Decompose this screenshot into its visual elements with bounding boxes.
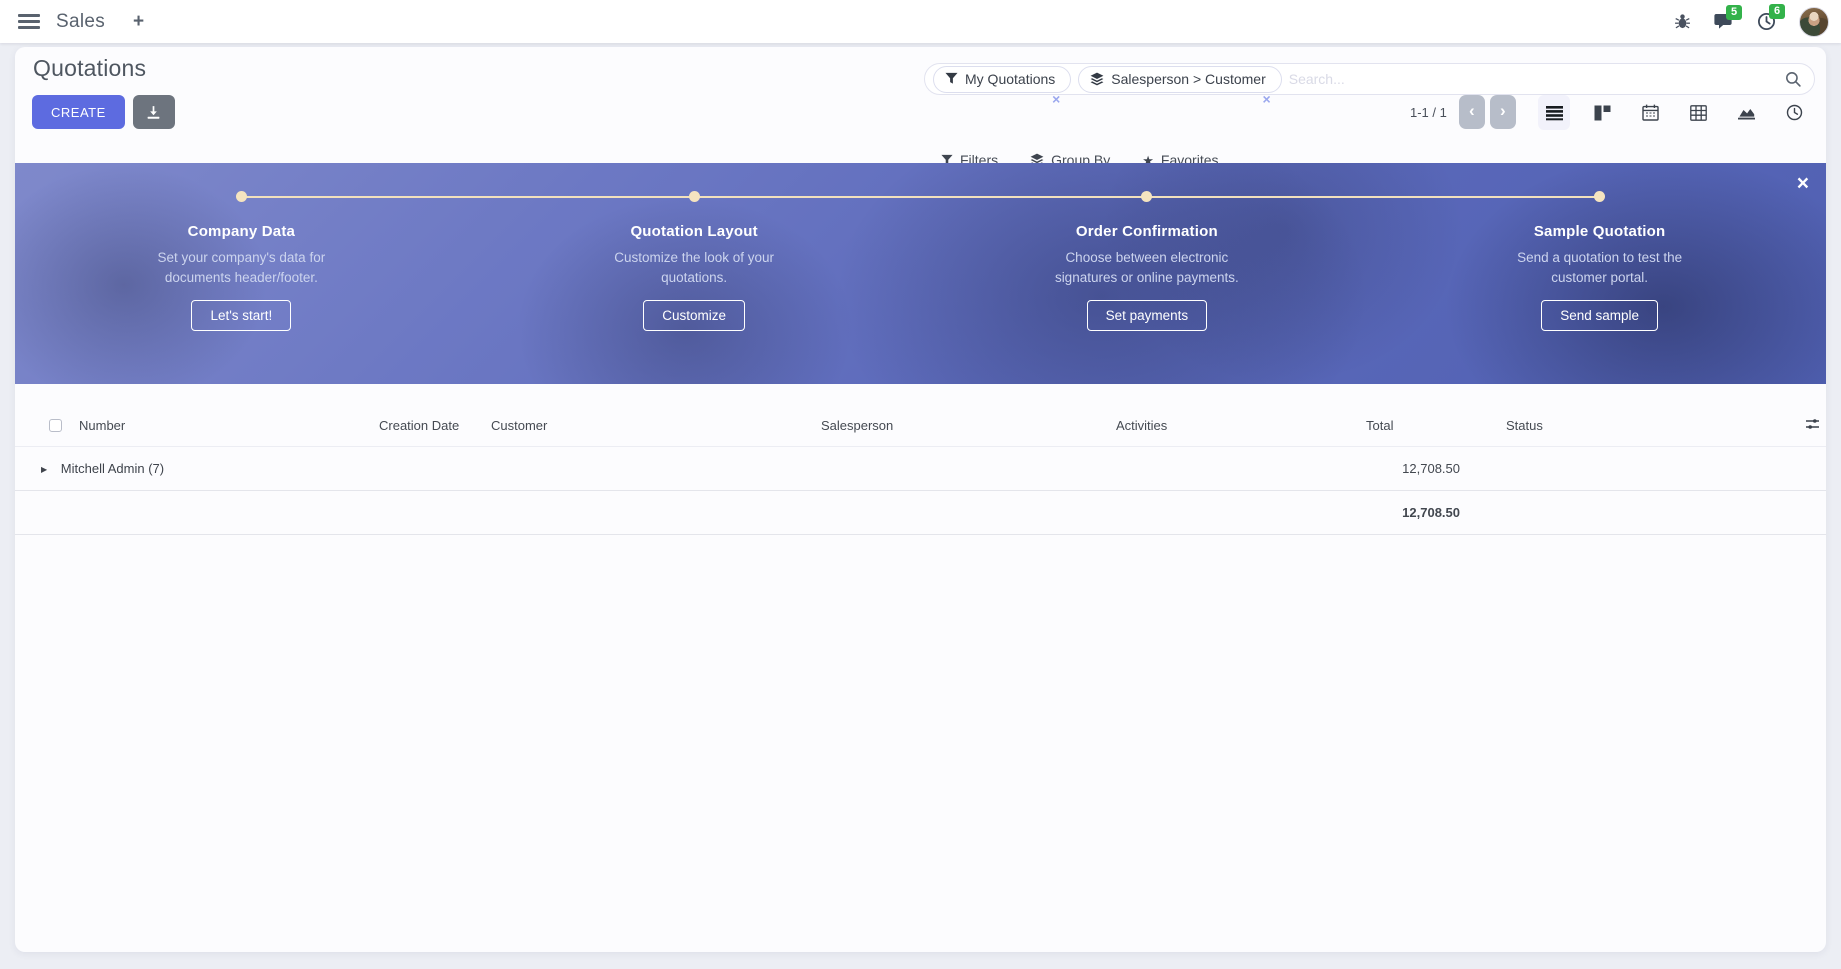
plus-icon[interactable]: + [133,11,144,33]
select-all-checkbox[interactable] [49,419,62,432]
page-title: Quotations [33,55,146,82]
step-title: Sample Quotation [1373,223,1826,240]
list-footer-row: 12,708.50 [15,491,1826,535]
caret-right-icon: ▶ [41,465,47,474]
chevron-left-icon: ‹ [1469,101,1475,121]
menu-icon[interactable] [18,11,40,32]
column-header-salesperson[interactable]: Salesperson [813,404,1108,447]
search-facet-my-quotations[interactable]: My Quotations × [933,66,1071,93]
onboarding-step-order-confirmation: Order Confirmation Choose between electr… [921,191,1374,384]
search-facet-groupby[interactable]: Salesperson > Customer × [1078,66,1281,93]
step-dot [1594,191,1605,202]
step-title: Quotation Layout [468,223,921,240]
step-title: Order Confirmation [921,223,1374,240]
list-view-icon [1545,105,1564,121]
quotations-list: Number Creation Date Customer Salesperso… [15,404,1826,535]
step-description: Set your company's data for documents he… [132,248,350,287]
pivot-view-button[interactable] [1682,95,1714,130]
step-title: Company Data [15,223,468,240]
group-label: Mitchell Admin (7) [61,461,164,476]
customize-button[interactable]: Customize [643,300,745,331]
list-header-row: Number Creation Date Customer Salesperso… [15,404,1826,447]
step-dot [689,191,700,202]
search-icon[interactable] [1785,71,1802,88]
download-icon [146,105,161,120]
calendar-view-icon [1642,104,1659,121]
onboarding-step-company-data: Company Data Set your company's data for… [15,191,468,384]
filter-icon [945,72,958,85]
facet-label: Salesperson > Customer [1111,71,1265,87]
pager: 1-1 / 1 ‹ › [1410,95,1521,129]
chevron-right-icon: › [1500,101,1506,121]
send-sample-button[interactable]: Send sample [1541,300,1658,331]
column-header-number[interactable]: Number [71,404,371,447]
kanban-view-icon [1594,105,1611,121]
view-switcher [1538,95,1810,130]
search-bar[interactable]: My Quotations × Salesperson > Customer × [924,63,1815,95]
facet-remove-icon[interactable]: × [1052,92,1060,106]
onboarding-step-quotation-layout: Quotation Layout Customize the look of y… [468,191,921,384]
create-button[interactable]: CREATE [32,95,125,129]
export-button[interactable] [133,95,175,129]
column-header-status[interactable]: Status [1468,404,1763,447]
facet-label: My Quotations [965,71,1055,87]
footer-total: 12,708.50 [1358,491,1468,535]
activity-view-button[interactable] [1778,95,1810,130]
lets-start-button[interactable]: Let's start! [191,300,291,331]
main-content-card: Quotations CREATE My Quotation [15,47,1826,952]
group-total: 12,708.50 [1358,447,1468,491]
column-header-total[interactable]: Total [1358,404,1468,447]
kanban-view-button[interactable] [1586,95,1618,130]
options-columns-icon[interactable] [1805,417,1820,431]
column-header-activities[interactable]: Activities [1108,404,1358,447]
step-description: Customize the look of your quotations. [585,248,803,287]
calendar-view-button[interactable] [1634,95,1666,130]
debug-button[interactable] [1674,13,1691,30]
step-dot [236,191,247,202]
search-input[interactable] [1289,71,1778,87]
onboarding-step-sample-quotation: Sample Quotation Send a quotation to tes… [1373,191,1826,384]
layers-icon [1090,72,1104,86]
activity-count-badge: 6 [1769,4,1785,19]
control-panel: Quotations CREATE My Quotation [15,47,1826,163]
onboarding-banner: × Company Data Set your company's data f… [15,163,1826,384]
pager-range: 1-1 / 1 [1410,105,1447,120]
pivot-view-icon [1690,105,1707,121]
messages-button[interactable]: 5 [1714,13,1734,31]
step-description: Choose between electronic signatures or … [1038,248,1256,287]
group-row-mitchell-admin[interactable]: ▶ Mitchell Admin (7) 12,708.50 [15,447,1826,491]
column-header-customer[interactable]: Customer [483,404,813,447]
message-count-badge: 5 [1726,5,1742,20]
list-view-button[interactable] [1538,95,1570,130]
activities-button[interactable]: 6 [1757,12,1776,31]
set-payments-button[interactable]: Set payments [1087,300,1208,331]
facet-remove-icon[interactable]: × [1263,92,1271,106]
bug-icon [1674,13,1691,30]
step-description: Send a quotation to test the customer po… [1491,248,1709,287]
step-dot [1141,191,1152,202]
pager-next-button[interactable]: › [1490,95,1516,129]
user-avatar[interactable] [1799,7,1829,37]
app-name[interactable]: Sales [56,11,105,33]
pager-previous-button[interactable]: ‹ [1459,95,1485,129]
column-header-creation-date[interactable]: Creation Date [371,404,483,447]
graph-view-button[interactable] [1730,95,1762,130]
top-navbar: Sales + 5 [0,0,1841,43]
activity-view-icon [1786,104,1803,121]
graph-view-icon [1737,105,1756,120]
